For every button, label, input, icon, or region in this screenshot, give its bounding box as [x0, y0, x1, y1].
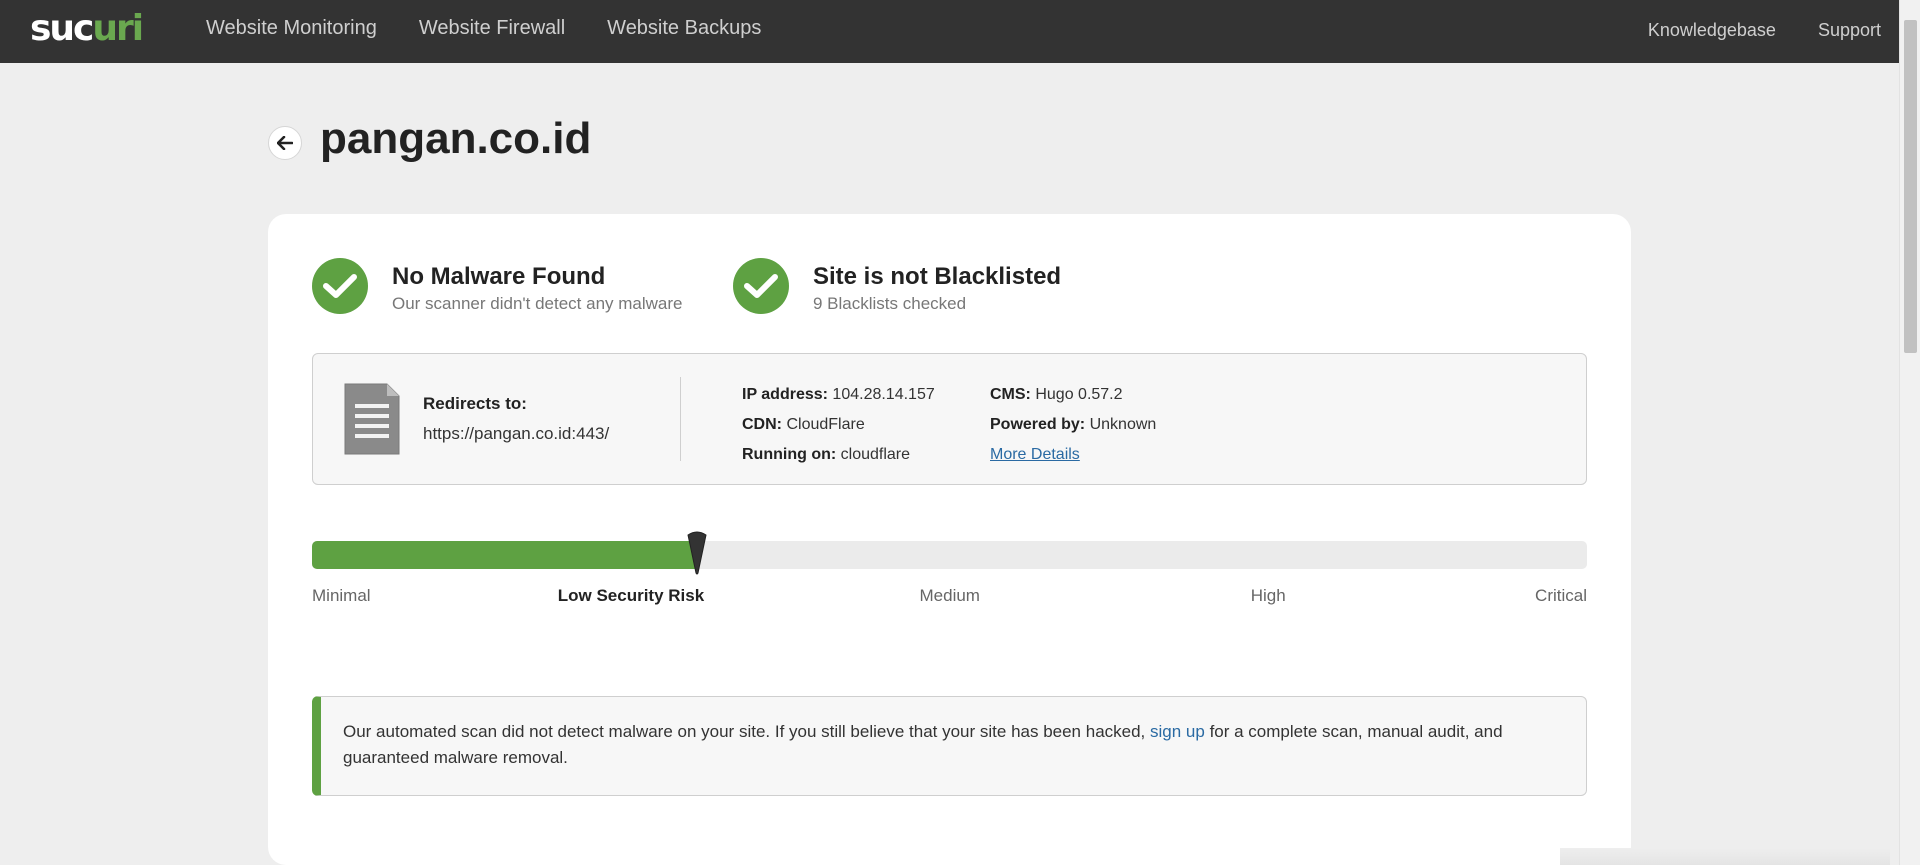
- malware-status-heading: No Malware Found: [392, 263, 606, 290]
- more-details-link[interactable]: More Details: [990, 446, 1080, 463]
- nav-knowledgebase[interactable]: Knowledgebase: [1648, 20, 1776, 41]
- cdn-label: CDN:: [742, 416, 782, 433]
- powered-label: Powered by:: [990, 416, 1086, 433]
- logo-text-main: suc: [30, 7, 94, 49]
- running-label: Running on:: [742, 446, 837, 463]
- security-risk-meter: [312, 531, 1587, 575]
- redirect-label: Redirects to:: [423, 394, 527, 413]
- cms-row: CMS: Hugo 0.57.2: [990, 380, 1156, 410]
- notice-text-before: Our automated scan did not detect malwar…: [343, 722, 1151, 741]
- risk-needle-icon: [687, 531, 707, 575]
- scan-notice: Our automated scan did not detect malwar…: [312, 696, 1587, 796]
- check-circle-icon: [312, 258, 368, 314]
- sucuri-logo[interactable]: suc uri: [30, 7, 144, 49]
- powered-value: Unknown: [1089, 416, 1157, 433]
- vertical-scrollbar[interactable]: [1899, 0, 1920, 865]
- document-icon: [344, 383, 400, 455]
- risk-labels: Minimal Low Security Risk Medium High Cr…: [312, 586, 1587, 610]
- secondary-nav: Knowledgebase Support: [1606, 0, 1881, 60]
- cms-label: CMS:: [990, 386, 1031, 403]
- risk-label-high: High: [1250, 586, 1286, 605]
- page-corner-shade: [1560, 848, 1890, 865]
- nav-support[interactable]: Support: [1818, 20, 1881, 41]
- powered-by-row: Powered by: Unknown: [990, 410, 1156, 440]
- page-title: pangan.co.id: [320, 114, 592, 163]
- nav-website-firewall[interactable]: Website Firewall: [419, 17, 565, 40]
- nav-website-monitoring[interactable]: Website Monitoring: [206, 17, 377, 40]
- cdn-row: CDN: CloudFlare: [742, 410, 935, 440]
- running-value: cloudflare: [840, 446, 911, 463]
- site-info-box: Redirects to: https://pangan.co.id:443/ …: [312, 353, 1587, 485]
- server-info-column: IP address: 104.28.14.157 CDN: CloudFlar…: [742, 380, 935, 470]
- cms-value: Hugo 0.57.2: [1035, 386, 1123, 403]
- malware-status-subtext: Our scanner didn't detect any malware: [392, 294, 683, 313]
- cms-info-column: CMS: Hugo 0.57.2 Powered by: Unknown Mor…: [990, 380, 1156, 470]
- ip-label: IP address:: [742, 386, 828, 403]
- check-circle-icon: [733, 258, 789, 314]
- logo-text-rest: uri: [92, 7, 144, 49]
- malware-status: No Malware Found Our scanner didn't dete…: [312, 258, 683, 314]
- top-navbar: suc uri Website Monitoring Website Firewa…: [0, 0, 1899, 63]
- cdn-value: CloudFlare: [786, 416, 865, 433]
- info-divider: [680, 377, 681, 461]
- running-on-row: Running on: cloudflare: [742, 440, 935, 470]
- primary-nav: Website Monitoring Website Firewall Webs…: [206, 0, 803, 56]
- redirect-url: https://pangan.co.id:443/: [423, 424, 610, 443]
- sign-up-link[interactable]: sign up: [1150, 722, 1205, 741]
- back-button[interactable]: [268, 126, 302, 160]
- risk-meter-fill: [312, 541, 698, 569]
- ip-address-row: IP address: 104.28.14.157: [742, 380, 935, 410]
- scrollbar-thumb[interactable]: [1904, 20, 1917, 353]
- risk-label-medium: Medium: [919, 586, 980, 605]
- arrow-left-icon: [277, 136, 293, 150]
- risk-label-minimal: Minimal: [312, 586, 371, 605]
- nav-website-backups[interactable]: Website Backups: [607, 17, 761, 40]
- ip-value: 104.28.14.157: [832, 386, 935, 403]
- risk-label-low: Low Security Risk: [557, 586, 705, 605]
- blacklist-status: Site is not Blacklisted 9 Blacklists che…: [733, 258, 1061, 314]
- scan-results-card: No Malware Found Our scanner didn't dete…: [268, 214, 1631, 865]
- blacklist-status-subtext: 9 Blacklists checked: [813, 294, 967, 313]
- blacklist-status-heading: Site is not Blacklisted: [813, 263, 1062, 290]
- risk-label-critical: Critical: [1535, 586, 1587, 605]
